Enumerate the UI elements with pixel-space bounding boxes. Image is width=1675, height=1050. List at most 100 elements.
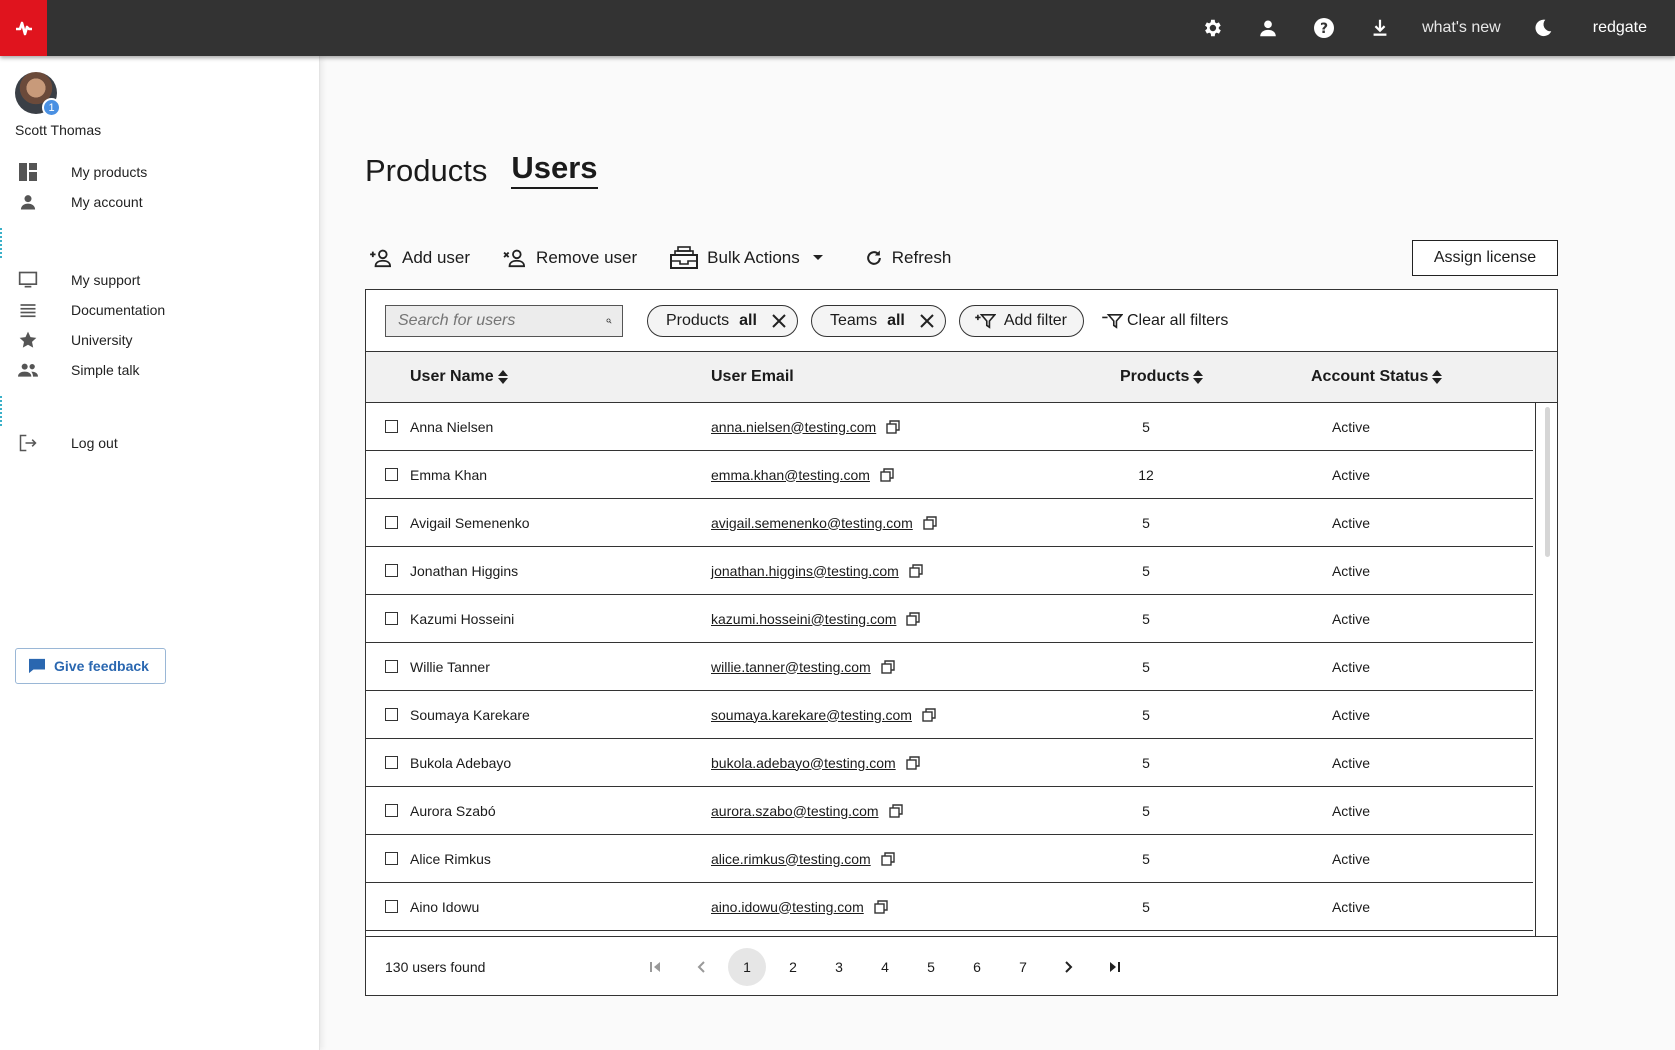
first-page-button[interactable] — [636, 948, 674, 986]
sidebar-item-documentation[interactable]: Documentation — [0, 296, 300, 324]
dark-mode-icon[interactable] — [1531, 16, 1555, 40]
user-email-link[interactable]: bukola.adebayo@testing.com — [711, 755, 896, 771]
add-user-button[interactable]: Add user — [368, 248, 470, 268]
user-email-link[interactable]: jonathan.higgins@testing.com — [711, 563, 899, 579]
copy-icon[interactable] — [888, 803, 903, 818]
page-button-6[interactable]: 6 — [958, 948, 996, 986]
search-input[interactable] — [398, 311, 606, 330]
user-email-link[interactable]: kazumi.hosseini@testing.com — [711, 611, 896, 627]
copy-icon[interactable] — [880, 467, 894, 482]
remove-user-button[interactable]: Remove user — [502, 248, 637, 268]
table-row[interactable]: Kazumi Hosseini kazumi.hosseini@testing.c… — [366, 595, 1533, 643]
user-email-link[interactable]: alice.rimkus@testing.com — [711, 851, 871, 867]
row-checkbox[interactable] — [385, 756, 398, 769]
filter-chip-teams[interactable]: Teams all — [810, 304, 946, 337]
table-row[interactable]: Anna Nielsen anna.nielsen@testing.com 5 Act… — [366, 403, 1533, 451]
copy-icon[interactable] — [874, 899, 888, 914]
table-body: Anna Nielsen anna.nielsen@testing.com 5 Act… — [366, 403, 1533, 936]
avatar[interactable]: 1 — [15, 72, 61, 117]
table-row[interactable]: Jonathan Higgins jonathan.higgins@testing… — [366, 547, 1533, 595]
table-row[interactable]: Avigail Semenenko avigail.semenenko@testi… — [366, 499, 1533, 547]
user-email-link[interactable]: aurora.szabo@testing.com — [711, 803, 879, 819]
user-email-link[interactable]: willie.tanner@testing.com — [711, 659, 871, 675]
page-button-2[interactable]: 2 — [774, 948, 812, 986]
page-button-4[interactable]: 4 — [866, 948, 904, 986]
settings-icon[interactable] — [1200, 16, 1224, 40]
bulk-actions-dropdown[interactable]: Bulk Actions — [669, 245, 832, 271]
clear-all-filters-button[interactable]: Clear all filters — [1101, 312, 1228, 330]
column-label: User Name — [410, 368, 494, 385]
sidebar-item-log-out[interactable]: Log out — [0, 429, 300, 457]
user-email-link[interactable]: emma.khan@testing.com — [711, 467, 870, 483]
user-icon[interactable] — [1256, 16, 1280, 40]
row-checkbox[interactable] — [385, 468, 398, 481]
table-row[interactable]: Willie Tanner willie.tanner@testing.com 5 A… — [366, 643, 1533, 691]
add-filter-button[interactable]: Add filter — [958, 304, 1084, 337]
page-button-7[interactable]: 7 — [1004, 948, 1042, 986]
user-email-link[interactable]: aino.idowu@testing.com — [711, 899, 864, 915]
table-row[interactable]: Bukola Adebayo bukola.adebayo@testing.com… — [366, 739, 1533, 787]
account-status-cell: Active — [1331, 850, 1371, 867]
previous-page-button[interactable] — [682, 948, 720, 986]
close-icon[interactable] — [771, 313, 787, 329]
page-button-1[interactable]: 1 — [728, 947, 766, 986]
products-count-cell: 5 — [1142, 610, 1150, 627]
copy-icon[interactable] — [909, 563, 923, 578]
scrollbar-thumb[interactable] — [1545, 407, 1550, 557]
column-header-products[interactable]: Products — [1120, 368, 1204, 386]
row-checkbox[interactable] — [385, 804, 398, 817]
sidebar-item-my-account[interactable]: My account — [0, 188, 300, 216]
column-header-user-name[interactable]: User Name — [410, 368, 508, 386]
redgate-logo[interactable] — [0, 0, 47, 56]
user-email-link[interactable]: soumaya.karekare@testing.com — [711, 707, 912, 723]
copy-icon[interactable] — [881, 851, 895, 866]
table-scrollbar[interactable] — [1535, 403, 1557, 936]
next-page-button[interactable] — [1050, 948, 1088, 986]
copy-icon[interactable] — [922, 707, 936, 722]
user-email-link[interactable]: anna.nielsen@testing.com — [711, 419, 876, 435]
close-icon[interactable] — [919, 313, 935, 329]
page-button-5[interactable]: 5 — [912, 948, 950, 986]
refresh-button[interactable]: Refresh — [864, 248, 951, 268]
table-row[interactable]: Aino Idowu aino.idowu@testing.com 5 Active — [366, 883, 1533, 931]
last-page-button[interactable] — [1096, 948, 1134, 986]
copy-icon[interactable] — [886, 419, 900, 434]
whats-new-link[interactable]: what's new — [1422, 19, 1501, 37]
row-checkbox[interactable] — [385, 420, 398, 433]
products-count-cell: 5 — [1142, 802, 1150, 819]
copy-icon[interactable] — [906, 611, 921, 626]
row-checkbox[interactable] — [385, 516, 398, 529]
download-icon[interactable] — [1368, 16, 1392, 40]
row-checkbox[interactable] — [385, 900, 398, 913]
give-feedback-button[interactable]: Give feedback — [15, 648, 166, 684]
table-row[interactable]: Aurora Szabó aurora.szabo@testing.com 5 Act… — [366, 787, 1533, 835]
table-row[interactable]: Emma Khan emma.khan@testing.com 12 Active — [366, 451, 1533, 499]
page-button-3[interactable]: 3 — [820, 948, 858, 986]
row-checkbox[interactable] — [385, 564, 398, 577]
column-header-account-status[interactable]: Account Status — [1311, 368, 1443, 386]
tab-users[interactable]: Users — [511, 150, 598, 189]
search-icon[interactable] — [606, 312, 612, 330]
account-name[interactable]: redgate — [1593, 19, 1647, 37]
sidebar-item-my-products[interactable]: My products — [0, 158, 300, 186]
row-checkbox[interactable] — [385, 708, 398, 721]
sidebar-item-university[interactable]: University — [0, 326, 300, 354]
sidebar-item-simple-talk[interactable]: Simple talk — [0, 356, 300, 384]
user-email-link[interactable]: avigail.semenenko@testing.com — [711, 515, 913, 531]
copy-icon[interactable] — [905, 755, 920, 770]
copy-icon[interactable] — [881, 659, 895, 674]
assign-license-button[interactable]: Assign license — [1412, 240, 1558, 276]
help-icon[interactable]: ? — [1312, 16, 1336, 40]
table-row[interactable]: Soumaya Karekare soumaya.karekare@testing… — [366, 691, 1533, 739]
filter-chip-products[interactable]: Products all — [647, 304, 798, 337]
row-checkbox[interactable] — [385, 660, 398, 673]
account-status-cell: Active — [1331, 610, 1371, 627]
sidebar-item-my-support[interactable]: My support — [0, 266, 300, 294]
tab-products[interactable]: Products — [365, 153, 487, 189]
row-checkbox[interactable] — [385, 612, 398, 625]
search-box[interactable] — [385, 304, 623, 337]
user-email-cell: aurora.szabo@testing.com — [711, 803, 903, 819]
row-checkbox[interactable] — [385, 852, 398, 865]
table-row[interactable]: Alice Rimkus alice.rimkus@testing.com 5 Act… — [366, 835, 1533, 883]
copy-icon[interactable] — [923, 515, 937, 530]
